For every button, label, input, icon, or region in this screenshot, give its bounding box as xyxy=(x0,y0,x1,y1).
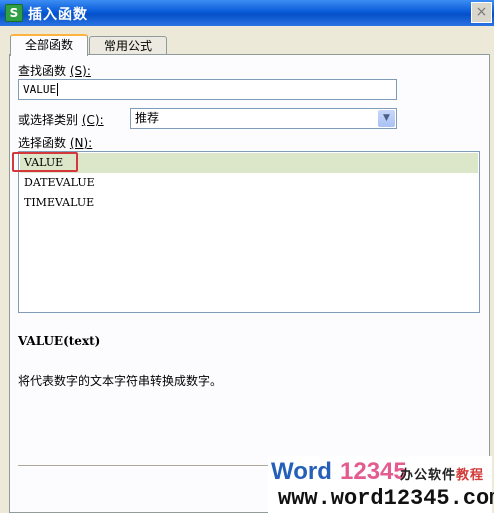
title-bar: S 插入函数 × xyxy=(0,0,494,26)
function-listbox[interactable]: VALUE DATEVALUE TIMEVALUE xyxy=(18,151,480,313)
watermark-brand: Word xyxy=(271,458,332,485)
list-item-timevalue[interactable]: TIMEVALUE xyxy=(20,193,478,213)
watermark-brand-number: 12345 xyxy=(340,458,407,485)
function-signature: VALUE(text) xyxy=(18,334,101,348)
tab-label: 常用公式 xyxy=(103,39,152,53)
function-list-label: 选择函数 (N): xyxy=(18,136,93,150)
chevron-down-icon[interactable]: ▼ xyxy=(378,110,395,127)
close-icon: × xyxy=(475,4,488,20)
tab-common-formulas[interactable]: 常用公式 xyxy=(89,36,167,56)
annotation-highlight-box xyxy=(12,152,78,172)
tab-all-functions[interactable]: 全部函数 xyxy=(10,34,88,56)
close-button[interactable]: × xyxy=(471,2,492,23)
search-input[interactable]: VALUE xyxy=(18,79,397,100)
category-label: 或选择类别 (C): xyxy=(18,113,104,127)
function-description: 将代表数字的文本字符串转换成数字。 xyxy=(18,374,223,388)
tab-label: 全部函数 xyxy=(24,38,73,52)
watermark-url: www.word12345.com xyxy=(278,486,494,511)
search-label: 查找函数 (S): xyxy=(18,64,91,78)
wps-app-icon: S xyxy=(5,4,23,22)
dialog-title: 插入函数 xyxy=(28,7,88,23)
list-item-datevalue[interactable]: DATEVALUE xyxy=(20,173,478,193)
list-item-value[interactable]: VALUE xyxy=(20,153,478,173)
watermark-tagline: 办公软件教程 xyxy=(400,468,485,483)
category-select[interactable]: 推荐 ▼ xyxy=(130,108,397,129)
category-selected-value: 推荐 xyxy=(135,111,160,125)
